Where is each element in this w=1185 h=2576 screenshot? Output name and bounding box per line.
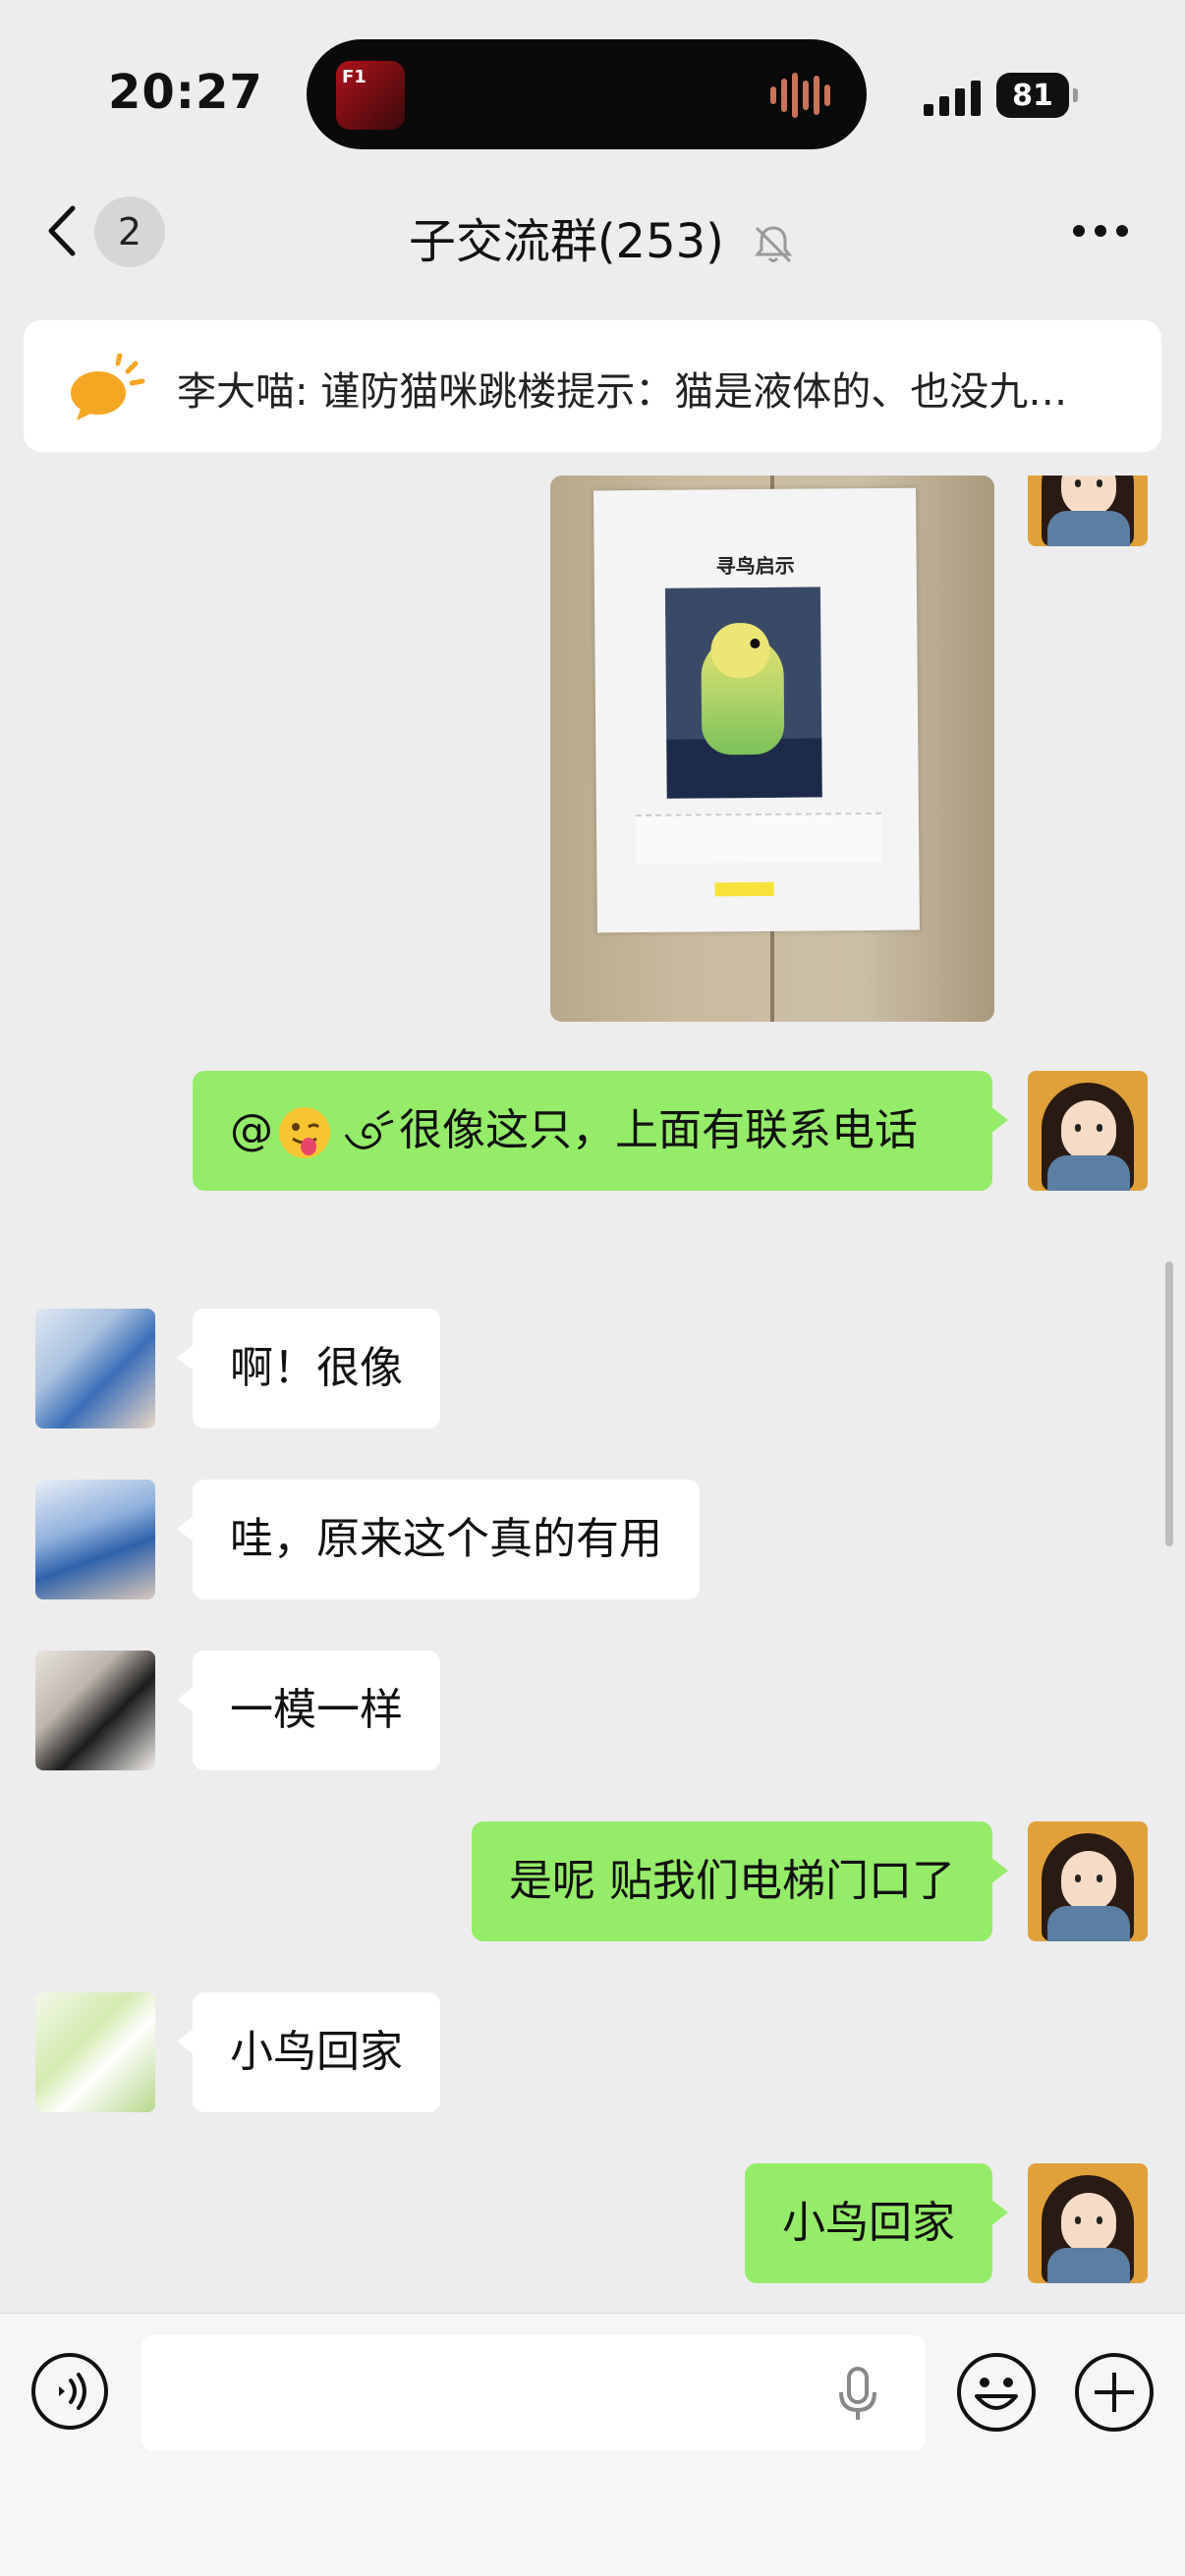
more-icon <box>1073 225 1085 237</box>
chat-screen: 20:27 F1 81 2 子交流群(253) 李大喵: 谨防猫咪跳楼提示：猫是… <box>0 0 1185 2576</box>
photo-message[interactable]: 寻鸟启示 <box>550 476 994 1022</box>
megaphone-icon <box>71 354 145 420</box>
message-bubble-other[interactable]: 小鸟回家 <box>177 1992 440 2112</box>
chat-title: 子交流群(253) <box>408 214 724 269</box>
lost-bird-poster: 寻鸟启示 <box>593 487 920 933</box>
more-options-button[interactable] <box>1073 216 1132 246</box>
audio-wave-icon <box>770 71 839 120</box>
poster-title: 寻鸟启示 <box>715 553 795 579</box>
avatar-member[interactable] <box>35 1992 155 2112</box>
message-bubble-other[interactable]: 哇，原来这个真的有用 <box>177 1480 700 1599</box>
plus-icon <box>1075 2353 1154 2432</box>
battery-indicator: 81 <box>996 73 1078 118</box>
pinned-announcement[interactable]: 李大喵: 谨防猫咪跳楼提示：猫是液体的、也没九… <box>24 320 1161 452</box>
announcement-text: 李大喵: 谨防猫咪跳楼提示：猫是液体的、也没九… <box>177 369 1068 415</box>
message-bubble-self[interactable]: 小鸟回家 <box>745 2163 1008 2283</box>
avatar-self[interactable] <box>1028 2163 1148 2283</box>
avatar-self[interactable] <box>1028 1821 1148 1941</box>
emoji-button[interactable] <box>955 2351 1038 2434</box>
now-playing-art: F1 <box>336 61 405 130</box>
tongue-emoji-icon <box>279 1107 330 1158</box>
avatar-member[interactable] <box>35 1309 155 1428</box>
dynamic-island[interactable]: F1 <box>307 39 867 149</box>
avatar-self[interactable] <box>1028 476 1148 546</box>
status-time: 20:27 <box>108 65 263 120</box>
swirl-symbol-icon <box>344 1109 394 1149</box>
budgie-photo <box>664 587 822 799</box>
message-bubble-self[interactable]: 是呢 贴我们电梯门口了 <box>472 1821 1008 1941</box>
signal-icon <box>924 77 983 116</box>
message-bubble-other[interactable]: 一模一样 <box>177 1651 440 1770</box>
message-bubble-other[interactable]: 啊！很像 <box>177 1309 440 1428</box>
bell-slash-icon <box>755 226 793 263</box>
chat-title-row[interactable]: 子交流群(253) <box>0 202 1185 271</box>
input-bar <box>0 2313 1185 2576</box>
mic-icon[interactable] <box>835 2365 880 2424</box>
avatar-self[interactable] <box>1028 1071 1148 1191</box>
emoji-icon <box>957 2353 1036 2432</box>
message-bubble-self[interactable]: @ 很像这只，上面有联系电话 <box>193 1071 1008 1191</box>
message-input[interactable] <box>141 2335 926 2451</box>
message-list[interactable]: 寻鸟启示 @ 很像这只，上面有联系电话 啊！很像 哇，原来这个真的有用 一模一样… <box>0 476 1185 2313</box>
voice-icon <box>31 2353 108 2430</box>
more-functions-button[interactable] <box>1073 2351 1156 2434</box>
scrollbar[interactable] <box>1165 1261 1173 1546</box>
voice-toggle-button[interactable] <box>29 2351 110 2432</box>
avatar-member[interactable] <box>35 1480 155 1599</box>
avatar-member[interactable] <box>35 1651 155 1770</box>
chat-header: 2 子交流群(253) <box>0 177 1185 285</box>
